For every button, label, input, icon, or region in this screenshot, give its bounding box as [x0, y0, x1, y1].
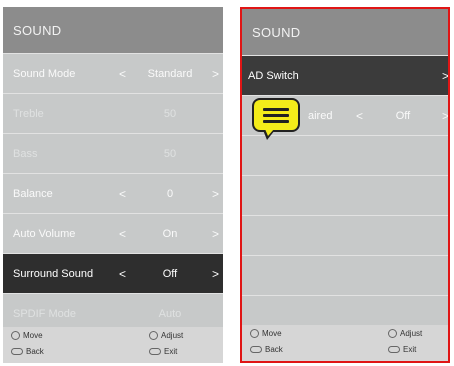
item-value: Off [162, 267, 178, 280]
hint-label: Move [262, 329, 282, 338]
bubble-tail-fill [265, 129, 274, 136]
move-icon [250, 329, 259, 338]
item-value: Standard [147, 67, 193, 80]
hint-adjust: Adjust [149, 331, 183, 340]
right-arrow-icon[interactable]: > [212, 267, 219, 281]
item-label: Sound Mode [13, 67, 76, 80]
back-icon [11, 348, 23, 355]
left-arrow-icon[interactable]: < [119, 187, 126, 201]
item-value: 50 [163, 107, 177, 120]
menu-item-auto-volume[interactable]: Auto Volume < On > [3, 213, 223, 253]
empty-row [242, 175, 448, 215]
hint-label: Move [23, 331, 43, 340]
back-icon [250, 346, 262, 353]
adjust-icon [388, 329, 397, 338]
left-arrow-icon[interactable]: < [119, 267, 126, 281]
right-arrow-icon[interactable]: > [212, 187, 219, 201]
hint-exit: Exit [388, 345, 416, 354]
left-arrow-icon[interactable]: < [119, 227, 126, 241]
menu-title: SOUND [3, 7, 223, 53]
item-label: AD Switch [248, 69, 299, 82]
hint-exit: Exit [149, 347, 177, 356]
menu-item-treble: Treble 50 [3, 93, 223, 133]
empty-row [242, 215, 448, 255]
right-arrow-icon[interactable]: > [212, 67, 219, 81]
hint-adjust: Adjust [388, 329, 422, 338]
item-value: 50 [163, 147, 177, 160]
right-arrow-icon[interactable]: > [212, 227, 219, 241]
item-label: aired [308, 109, 333, 122]
item-value: Off [395, 109, 411, 122]
left-arrow-icon[interactable]: < [356, 109, 363, 123]
hint-label: Exit [403, 345, 417, 354]
right-arrow-icon[interactable]: > [442, 109, 448, 123]
bubble-line [263, 114, 289, 117]
empty-row [242, 135, 448, 175]
hint-label: Back [26, 347, 44, 356]
item-value: On [162, 227, 178, 240]
sound-menu-right: SOUND AD Switch > aired < Off > Move Adj… [240, 7, 450, 363]
adjust-icon [149, 331, 158, 340]
hint-label: Back [265, 345, 283, 354]
hint-move: Move [250, 329, 282, 338]
item-value: Auto [158, 307, 182, 320]
hint-move: Move [11, 331, 43, 340]
hint-label: Adjust [400, 329, 423, 338]
sound-menu-left: SOUND Sound Mode < Standard > Treble 50 … [3, 7, 223, 363]
hint-label: Exit [164, 347, 178, 356]
item-label: Bass [13, 147, 38, 160]
hint-label: Adjust [161, 331, 184, 340]
item-label: Auto Volume [13, 227, 76, 240]
item-value: 0 [166, 187, 174, 200]
bubble-line [263, 120, 289, 123]
hint-back: Back [250, 345, 283, 354]
menu-item-surround-sound[interactable]: Surround Sound < Off > [3, 253, 223, 293]
exit-icon [388, 346, 400, 353]
key-hints: Move Adjust Back Exit [242, 325, 448, 361]
left-arrow-icon[interactable]: < [119, 67, 126, 81]
right-arrow-icon[interactable]: > [442, 69, 448, 83]
bubble-line [263, 108, 289, 111]
menu-title: SOUND [242, 9, 448, 55]
item-label: Treble [13, 107, 44, 120]
menu-item-ad-switch[interactable]: AD Switch > [242, 55, 448, 95]
move-icon [11, 331, 20, 340]
exit-icon [149, 348, 161, 355]
menu-item-balance[interactable]: Balance < 0 > [3, 173, 223, 213]
empty-row [242, 255, 448, 295]
hint-back: Back [11, 347, 44, 356]
item-label: Balance [13, 187, 53, 200]
speech-bubble-icon [252, 98, 300, 140]
menu-item-sound-mode[interactable]: Sound Mode < Standard > [3, 53, 223, 93]
menu-item-bass: Bass 50 [3, 133, 223, 173]
item-label: SPDIF Mode [13, 307, 76, 320]
key-hints: Move Adjust Back Exit [3, 327, 223, 363]
item-label: Surround Sound [13, 267, 94, 280]
